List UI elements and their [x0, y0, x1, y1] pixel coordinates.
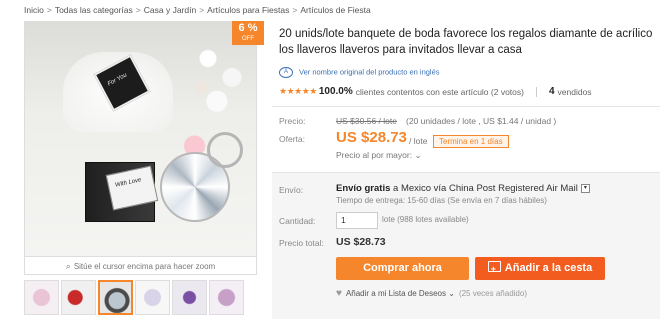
product-title-line1: 20 unids/lote banquete de boda favorece … [279, 28, 653, 40]
main-product-image[interactable]: For You With Love [24, 21, 257, 257]
breadcrumb: Inicio > Todas las categorías > Casa y Jardí… [24, 5, 371, 15]
thumbnail-6[interactable] [209, 280, 244, 315]
rating-row: ★★★★★ 100.0% clientes contentos con este… [279, 86, 592, 97]
breadcrumb-item-party-items[interactable]: Artículos de Fiesta [300, 5, 370, 15]
bulk-price-link[interactable]: Precio al por mayor: ⌄ [336, 150, 422, 161]
offer-price: US $28.73 [336, 129, 407, 146]
shipping-label: Envío: [279, 185, 304, 195]
chevron-down-icon[interactable]: ⌄ [448, 289, 455, 298]
offer-label: Oferta: [279, 134, 305, 144]
translate-icon: A [279, 67, 293, 78]
rating-text[interactable]: clientes contentos con este artículo (2 … [356, 87, 524, 97]
translate-link-text[interactable]: Ver nombre original del producto en ingl… [299, 67, 440, 76]
zoom-hint: ⌕ Sitúe el cursor encima para hacer zoom [24, 257, 257, 275]
magnifier-icon: ⌕ [65, 261, 71, 271]
translate-link[interactable]: A Ver nombre original del producto en ing… [279, 67, 440, 78]
cart-icon [487, 258, 501, 281]
quantity-input[interactable]: 1 [336, 212, 378, 229]
breadcrumb-item-all-categories[interactable]: Todas las categorías [55, 5, 133, 15]
quantity-label: Cantidad: [279, 216, 316, 226]
sold-count: 4 [548, 86, 555, 97]
thumbnail-4[interactable] [135, 280, 170, 315]
divider-line [272, 106, 660, 107]
star-rating-icon[interactable]: ★★★★★ [279, 86, 317, 97]
add-to-cart-label: Añadir a la cesta [504, 262, 593, 274]
original-price-detail: (20 unidades / lote , US $1.44 / unidad … [406, 116, 557, 126]
zoom-hint-text: Sitúe el cursor encima para hacer zoom [73, 262, 216, 271]
shipping-destination: a Mexico vía China Post Registered Air M… [393, 183, 578, 194]
product-title-line2: los llaveros llaveros para invitados lle… [279, 44, 522, 56]
divider [535, 86, 537, 97]
product-title: 20 unids/lote banquete de boda favorece … [279, 26, 660, 58]
original-price: US $30.56 / lote [336, 116, 397, 126]
heart-icon: ♥ [336, 288, 342, 299]
wishlist-link[interactable]: ♥ Añadir a mi Lista de Deseos ⌄ (25 veces … [336, 288, 527, 299]
thumbnail-3[interactable] [98, 280, 133, 315]
add-to-cart-button[interactable]: Añadir a la cesta [475, 257, 605, 281]
ends-countdown-badge: Termina en 1 días [433, 135, 509, 148]
breadcrumb-item-home-garden[interactable]: Casa y Jardín [144, 5, 196, 15]
total-price: US $28.73 [336, 236, 386, 248]
discount-percent: 6 % [238, 22, 258, 34]
discount-badge: 6 % OFF [232, 21, 264, 45]
free-shipping-text: Envío gratis [336, 183, 391, 194]
shipping-options-dropdown-icon[interactable]: ▾ [580, 183, 590, 193]
rating-percent: 100.0% [318, 86, 353, 97]
chevron-down-icon[interactable]: ⌄ [414, 150, 421, 160]
thumbnail-strip [24, 280, 244, 315]
buy-now-button[interactable]: Comprar ahora [336, 257, 469, 280]
thumbnail-5[interactable] [172, 280, 207, 315]
discount-off-label: OFF [242, 36, 254, 42]
breadcrumb-item-home[interactable]: Inicio [24, 5, 44, 15]
thumbnail-2[interactable] [61, 280, 96, 315]
sold-label: vendidos [557, 86, 592, 97]
wishlist-label[interactable]: Añadir a mi Lista de Deseos [346, 289, 446, 298]
bulk-price-text[interactable]: Precio al por mayor: [336, 150, 412, 160]
quantity-unit: lote (988 lotes available) [382, 215, 469, 224]
keyring [207, 132, 243, 168]
wishlist-count: (25 veces añadido) [458, 289, 527, 298]
offer-unit: / lote [409, 136, 428, 146]
delivery-time: Tiempo de entrega: 15-60 días (Se envía … [336, 196, 547, 205]
shipping-info: Envío gratis a Mexico vía China Post Reg… [336, 183, 590, 194]
total-price-label: Precio total: [279, 238, 324, 248]
thumbnail-1[interactable] [24, 280, 59, 315]
price-label: Precio: [279, 116, 306, 126]
breadcrumb-item-party-supplies[interactable]: Artículos para Fiestas [207, 5, 289, 15]
